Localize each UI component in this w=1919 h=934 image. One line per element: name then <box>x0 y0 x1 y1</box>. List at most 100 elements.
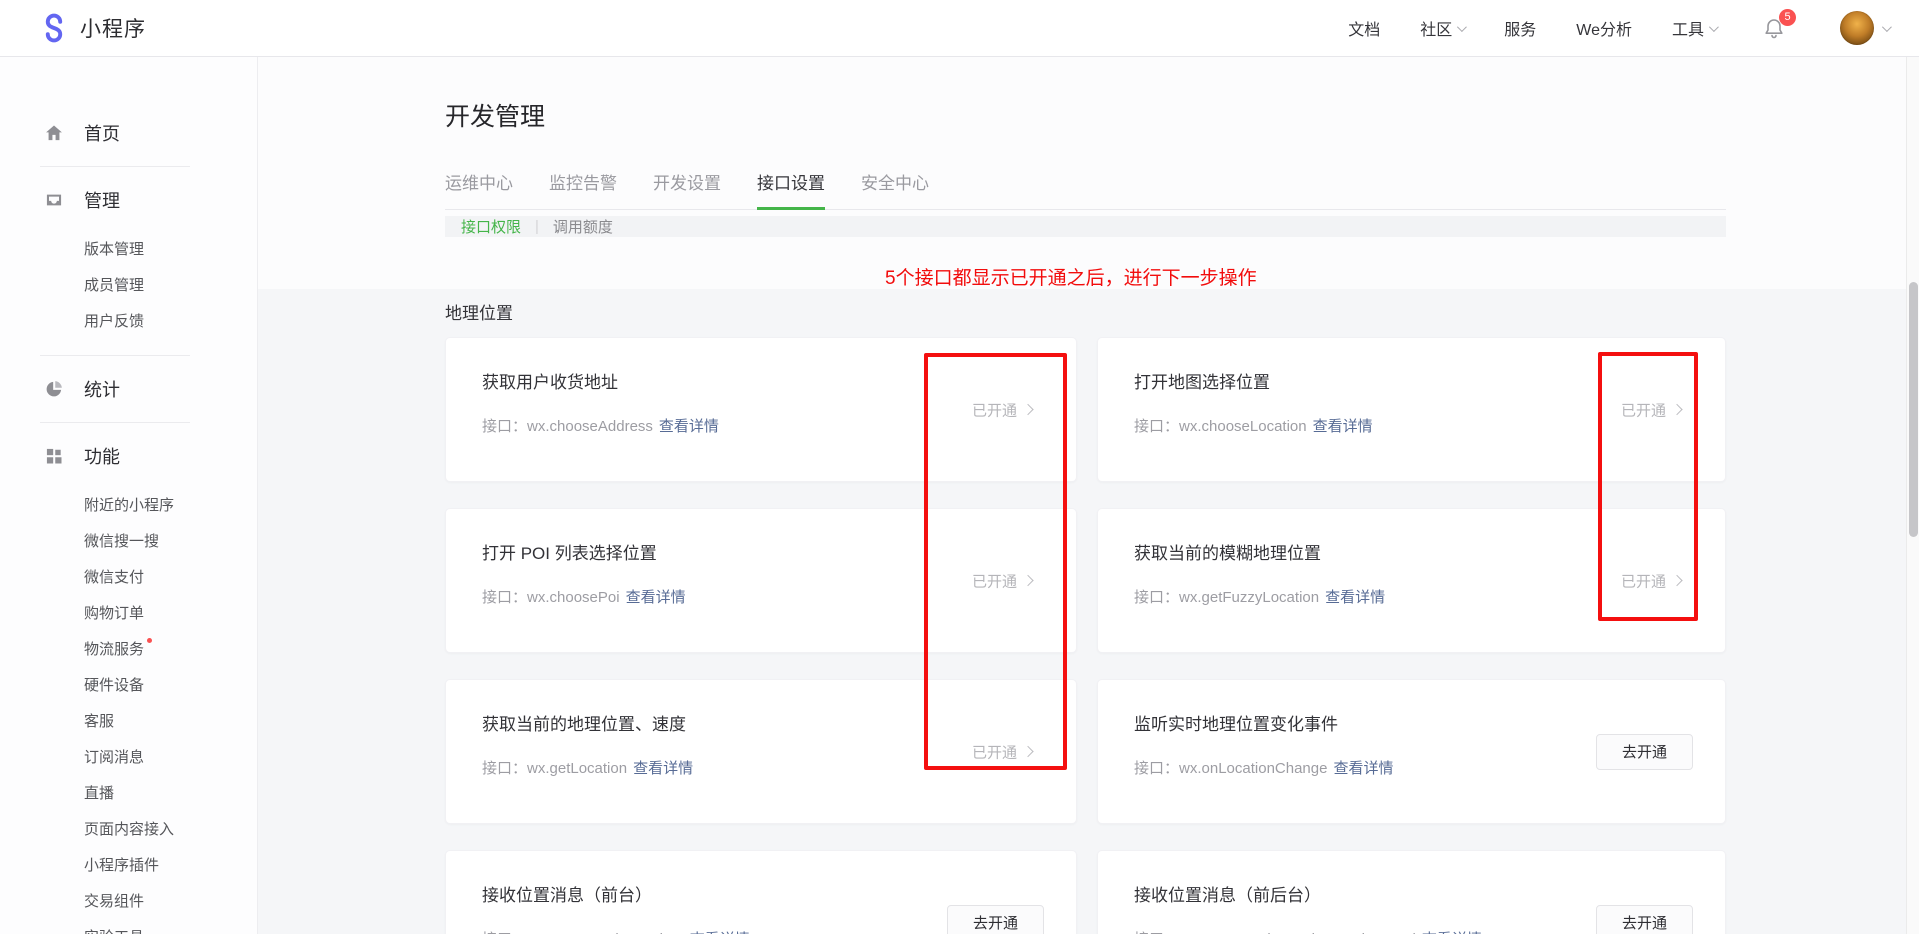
tab-security-center[interactable]: 安全中心 <box>861 169 929 210</box>
go-activate-button[interactable]: 去开通 <box>1596 905 1693 934</box>
sidebar-item-hardware[interactable]: 硬件设备 <box>0 668 257 704</box>
view-details-link[interactable]: 查看详情 <box>1325 589 1385 606</box>
scrollbar-track <box>1906 57 1919 934</box>
red-annotation-text: 5个接口都显示已开通之后，进行下一步操作 <box>885 263 1919 289</box>
chevron-right-icon <box>1022 575 1033 586</box>
nav-weanalytics[interactable]: We分析 <box>1576 16 1632 40</box>
view-details-link[interactable]: 查看详情 <box>633 760 693 777</box>
status-opened[interactable]: 已开通 <box>1621 570 1681 591</box>
top-header: 小程序 文档 社区 服务 We分析 工具 5 <box>0 0 1919 57</box>
sidebar: 首页 管理 版本管理 成员管理 用户反馈 统计 功能 <box>0 57 258 934</box>
tab-api-settings[interactable]: 接口设置 <box>757 169 825 210</box>
subtab-bar: 接口权限 | 调用额度 <box>445 216 1726 237</box>
nav-services[interactable]: 服务 <box>1504 16 1536 40</box>
chevron-right-icon <box>1022 404 1033 415</box>
nav-community[interactable]: 社区 <box>1420 16 1464 40</box>
api-name: wx.getLocation <box>527 760 627 777</box>
tab-bar: 运维中心 监控告警 开发设置 接口设置 安全中心 <box>445 169 1726 210</box>
status-opened[interactable]: 已开通 <box>972 570 1032 591</box>
sidebar-item-nearby-miniprograms[interactable]: 附近的小程序 <box>0 488 257 524</box>
sidebar-item-customer-service[interactable]: 客服 <box>0 704 257 740</box>
main-content: 开发管理 运维中心 监控告警 开发设置 接口设置 安全中心 接口权限 | 调用额… <box>258 57 1919 934</box>
notification-bell-button[interactable]: 5 <box>1762 16 1786 40</box>
sidebar-item-member-manage[interactable]: 成员管理 <box>0 268 257 304</box>
home-icon <box>44 123 64 143</box>
grid-icon <box>44 446 64 466</box>
logo-label: 小程序 <box>80 13 146 43</box>
tab-ops-center[interactable]: 运维中心 <box>445 169 513 210</box>
account-menu[interactable] <box>1840 11 1889 45</box>
view-details-link[interactable]: 查看详情 <box>659 418 719 435</box>
sidebar-divider <box>40 355 190 356</box>
chevron-right-icon <box>1671 404 1682 415</box>
api-card-get-location: 获取当前的地理位置、速度 接口：wx.getLocation查看详情 已开通 <box>445 679 1077 824</box>
chevron-down-icon <box>1457 22 1467 32</box>
go-activate-button[interactable]: 去开通 <box>947 905 1044 934</box>
status-opened[interactable]: 已开通 <box>972 741 1032 762</box>
notification-count-badge: 5 <box>1779 9 1796 26</box>
chevron-down-icon <box>1882 22 1892 32</box>
api-name: wx.onLocationChange <box>1179 760 1327 777</box>
api-card-on-location-change: 监听实时地理位置变化事件 接口：wx.onLocationChange查看详情 … <box>1097 679 1726 824</box>
new-badge-dot <box>147 638 152 643</box>
api-label-prefix: 接口： <box>1134 589 1179 606</box>
sidebar-item-wechat-pay[interactable]: 微信支付 <box>0 560 257 596</box>
api-card-grid: 获取用户收货地址 接口：wx.chooseAddress查看详情 已开通 打开地… <box>445 337 1919 934</box>
sidebar-item-wechat-search[interactable]: 微信搜一搜 <box>0 524 257 560</box>
api-card-get-fuzzy-location: 获取当前的模糊地理位置 接口：wx.getFuzzyLocation查看详情 已… <box>1097 508 1726 653</box>
sidebar-item-live[interactable]: 直播 <box>0 776 257 812</box>
sidebar-item-experiment-tools[interactable]: 实验工具 <box>0 920 257 934</box>
sidebar-item-features[interactable]: 功能 <box>0 438 257 474</box>
api-card-zone: 地理位置 获取用户收货地址 接口：wx.chooseAddress查看详情 已开… <box>258 289 1919 934</box>
api-card-start-location-update: 接收位置消息（前台） 接口：wx.startLocationUpdate查看详情… <box>445 850 1077 934</box>
nav-tools[interactable]: 工具 <box>1672 16 1716 40</box>
api-label-prefix: 接口： <box>482 418 527 435</box>
api-name: wx.choosePoi <box>527 589 620 606</box>
pie-chart-icon <box>44 379 64 399</box>
sidebar-item-stats[interactable]: 统计 <box>0 371 257 407</box>
section-title-geolocation: 地理位置 <box>445 299 1919 324</box>
api-card-start-location-update-background: 接收位置消息（前后台） 接口：wx.startLocationUpdateBac… <box>1097 850 1726 934</box>
nav-docs[interactable]: 文档 <box>1348 16 1380 40</box>
sidebar-item-version-manage[interactable]: 版本管理 <box>0 232 257 268</box>
miniprogram-s-icon <box>38 12 70 44</box>
view-details-link[interactable]: 查看详情 <box>1333 760 1393 777</box>
api-name: wx.chooseAddress <box>527 418 653 435</box>
tab-monitor-alerts[interactable]: 监控告警 <box>549 169 617 210</box>
subtab-call-quota[interactable]: 调用额度 <box>553 216 613 237</box>
chevron-right-icon <box>1671 575 1682 586</box>
sidebar-item-home[interactable]: 首页 <box>0 115 257 151</box>
miniprogram-logo[interactable]: 小程序 <box>38 12 146 44</box>
subtab-separator: | <box>535 218 539 235</box>
tray-icon <box>44 190 64 210</box>
sidebar-item-page-content-access[interactable]: 页面内容接入 <box>0 812 257 848</box>
chevron-down-icon <box>1709 22 1719 32</box>
api-card-choose-location: 打开地图选择位置 接口：wx.chooseLocation查看详情 已开通 <box>1097 337 1726 482</box>
sidebar-item-miniprogram-plugins[interactable]: 小程序插件 <box>0 848 257 884</box>
sidebar-divider <box>40 422 190 423</box>
view-details-link[interactable]: 查看详情 <box>1313 418 1373 435</box>
chevron-right-icon <box>1022 746 1033 757</box>
sidebar-item-shopping-orders[interactable]: 购物订单 <box>0 596 257 632</box>
status-opened[interactable]: 已开通 <box>972 399 1032 420</box>
status-opened[interactable]: 已开通 <box>1621 399 1681 420</box>
api-label-prefix: 接口： <box>482 760 527 777</box>
page-title: 开发管理 <box>445 97 1919 133</box>
view-details-link[interactable]: 查看详情 <box>626 589 686 606</box>
top-nav: 文档 社区 服务 We分析 工具 5 <box>1348 11 1889 45</box>
tab-dev-settings[interactable]: 开发设置 <box>653 169 721 210</box>
api-label-prefix: 接口： <box>482 589 527 606</box>
api-card-choose-poi: 打开 POI 列表选择位置 接口：wx.choosePoi查看详情 已开通 <box>445 508 1077 653</box>
sidebar-item-user-feedback[interactable]: 用户反馈 <box>0 304 257 340</box>
api-label-prefix: 接口： <box>1134 418 1179 435</box>
sidebar-item-logistics[interactable]: 物流服务 <box>0 632 257 668</box>
api-card-choose-address: 获取用户收货地址 接口：wx.chooseAddress查看详情 已开通 <box>445 337 1077 482</box>
scrollbar-thumb[interactable] <box>1909 282 1918 537</box>
sidebar-item-manage[interactable]: 管理 <box>0 182 257 218</box>
sidebar-item-subscribe-messages[interactable]: 订阅消息 <box>0 740 257 776</box>
subtab-api-permissions[interactable]: 接口权限 <box>461 216 521 237</box>
sidebar-divider <box>40 166 190 167</box>
api-name: wx.getFuzzyLocation <box>1179 589 1319 606</box>
sidebar-item-trade-components[interactable]: 交易组件 <box>0 884 257 920</box>
go-activate-button[interactable]: 去开通 <box>1596 734 1693 770</box>
